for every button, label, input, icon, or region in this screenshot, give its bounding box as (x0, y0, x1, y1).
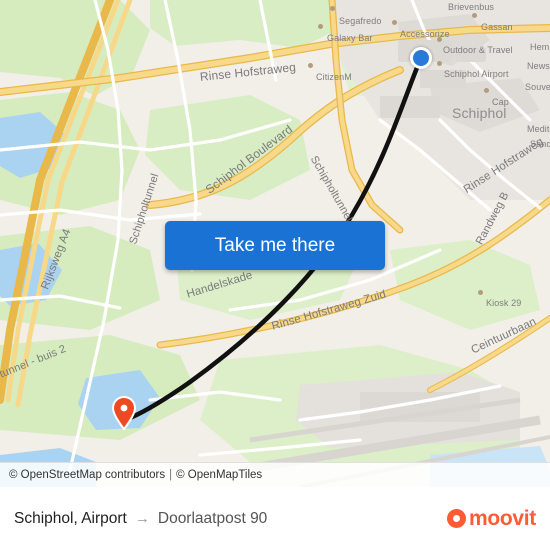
poi-dot (484, 88, 489, 93)
poi-dot (437, 61, 442, 66)
openmaptiles-attribution-link[interactable]: © OpenMapTiles (176, 469, 262, 481)
moovit-route-screen: Segafredo Galaxy Bar Accessorize Gassan Brie… (0, 0, 550, 550)
moovit-wordmark: moovit (468, 506, 536, 530)
origin-marker[interactable] (410, 47, 432, 69)
route-origin-label: Schiphol, Airport (14, 509, 127, 527)
poi-dot (392, 20, 397, 25)
route-destination-label: Doorlaatpost 90 (157, 509, 268, 527)
moovit-mark-icon (446, 509, 466, 528)
poi-dot (472, 13, 477, 18)
poi-dot (437, 37, 442, 42)
map-attribution: © OpenStreetMap contributors | © OpenMap… (0, 462, 550, 487)
poi-dot (478, 290, 483, 295)
take-me-there-button[interactable]: Take me there (165, 221, 385, 270)
destination-marker[interactable] (111, 396, 137, 430)
map-canvas[interactable]: Segafredo Galaxy Bar Accessorize Gassan Brie… (0, 0, 550, 487)
route-summary: Schiphol, Airport → Doorlaatpost 90 (14, 487, 267, 550)
route-footer: Schiphol, Airport → Doorlaatpost 90 moov… (0, 487, 550, 550)
arrow-right-icon: → (134, 510, 150, 527)
poi-dot (330, 6, 335, 11)
osm-attribution-link[interactable]: © OpenStreetMap contributors (9, 469, 165, 481)
poi-dot (318, 24, 323, 29)
attribution-separator: | (169, 469, 173, 481)
moovit-logo: moovit (446, 487, 536, 550)
poi-dot (308, 63, 313, 68)
